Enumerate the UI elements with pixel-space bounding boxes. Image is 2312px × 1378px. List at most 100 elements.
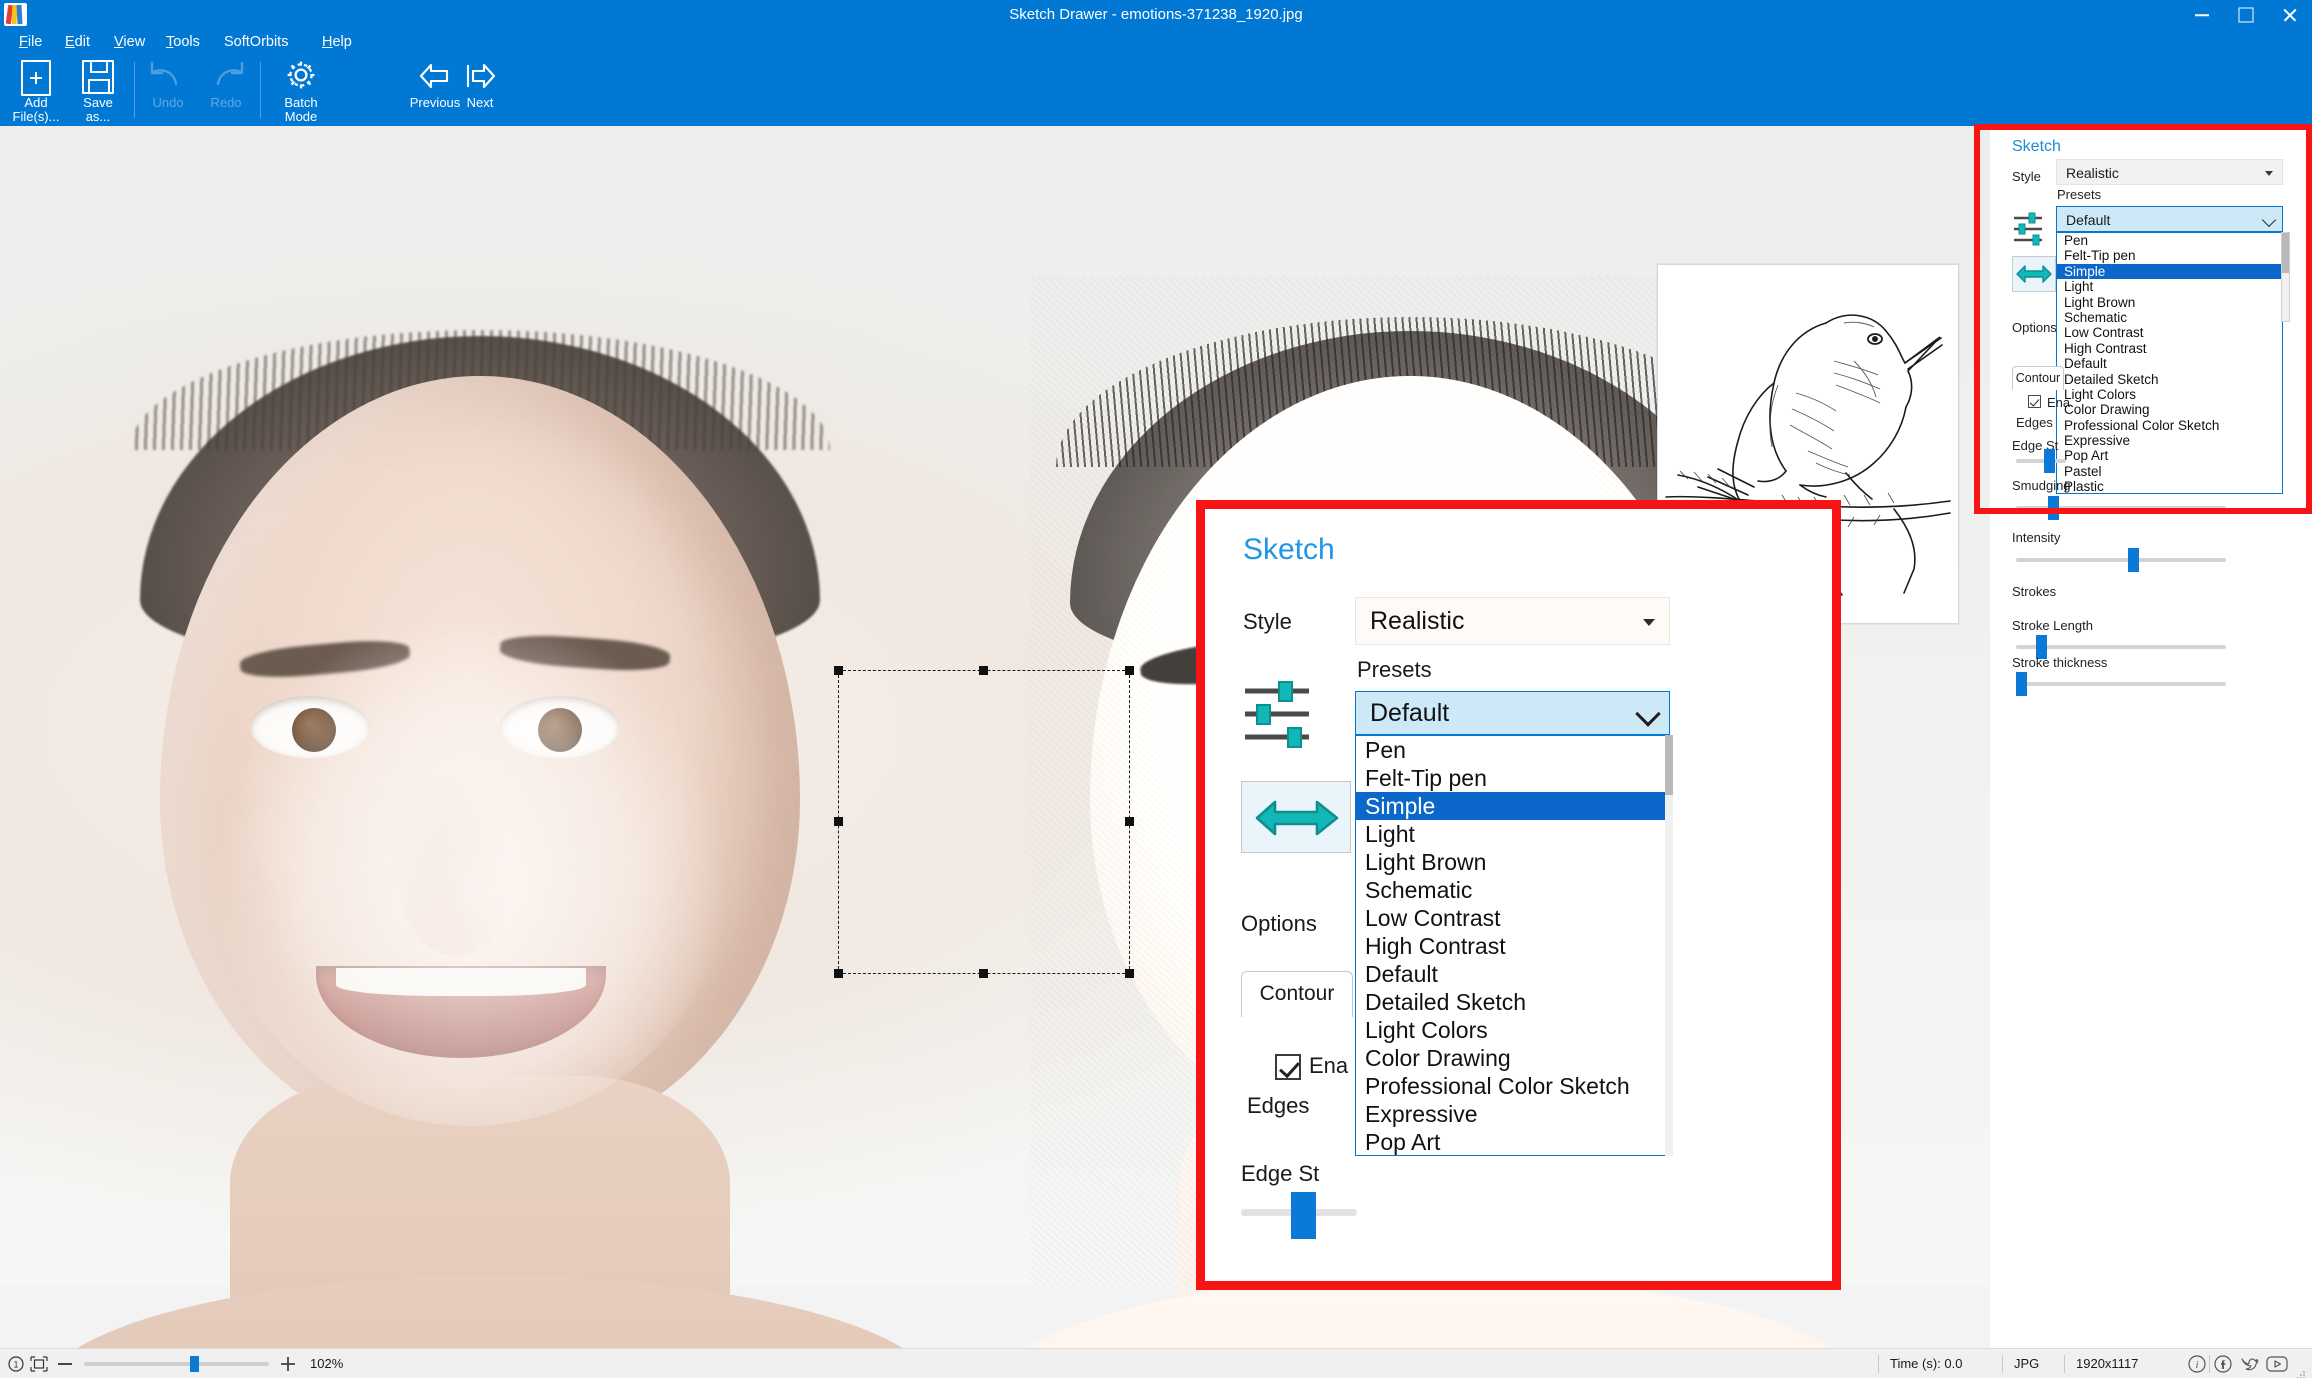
- handle-middle-left[interactable]: [834, 817, 843, 826]
- magnified-tab-contour[interactable]: Contour: [1241, 971, 1353, 1017]
- preset-option[interactable]: Color Drawing: [1356, 1044, 1669, 1072]
- presets-combobox[interactable]: Default: [2056, 206, 2283, 232]
- save-as-button[interactable]: Save as...: [68, 54, 128, 126]
- dropdown-scrollbar[interactable]: [2281, 232, 2290, 322]
- preset-option[interactable]: Professional Color Sketch: [2057, 418, 2282, 433]
- twitter-icon[interactable]: [2240, 1355, 2260, 1373]
- preset-option[interactable]: Schematic: [2057, 310, 2282, 325]
- preset-option[interactable]: Light: [1356, 820, 1669, 848]
- actual-size-icon[interactable]: 1: [8, 1356, 24, 1372]
- add-file-icon: [6, 54, 66, 96]
- maximize-button[interactable]: [2224, 0, 2268, 30]
- magnified-style-combobox[interactable]: Realistic: [1355, 597, 1670, 645]
- menu-softorbits[interactable]: SoftOrbits: [215, 30, 297, 54]
- file-format-label: JPG: [2014, 1356, 2040, 1371]
- edge-strength-slider-thumb[interactable]: [2044, 449, 2055, 473]
- intensity-slider-thumb[interactable]: [2128, 548, 2139, 572]
- handle-bottom-left[interactable]: [834, 969, 843, 978]
- preset-option[interactable]: Professional Color Sketch: [1356, 1072, 1669, 1100]
- preset-option[interactable]: Light: [2057, 279, 2282, 294]
- handle-top-right[interactable]: [1125, 666, 1134, 675]
- handle-middle-right[interactable]: [1125, 817, 1134, 826]
- zoom-slider-track[interactable]: [84, 1362, 269, 1366]
- menu-file[interactable]: File: [10, 30, 51, 54]
- preset-option[interactable]: Light Colors: [1356, 1016, 1669, 1044]
- preset-option[interactable]: Expressive: [1356, 1100, 1669, 1128]
- magnified-dropdown-scrollbar[interactable]: [1665, 735, 1673, 1156]
- preset-option[interactable]: High Contrast: [1356, 932, 1669, 960]
- handle-top-left[interactable]: [834, 666, 843, 675]
- magnified-edge-strength-slider-thumb[interactable]: [1291, 1192, 1316, 1239]
- smudging-slider-thumb[interactable]: [2048, 496, 2059, 520]
- title-bar: Sketch Drawer - emotions-371238_1920.jpg: [0, 0, 2312, 30]
- zoom-slider-thumb[interactable]: [190, 1356, 199, 1372]
- magnified-apply-button[interactable]: [1241, 781, 1351, 853]
- preset-option[interactable]: Light Brown: [1356, 848, 1669, 876]
- preset-option[interactable]: Light Colors: [2057, 387, 2282, 402]
- close-button[interactable]: [2268, 0, 2312, 30]
- preset-option[interactable]: Felt-Tip pen: [1356, 764, 1669, 792]
- style-combobox[interactable]: Realistic: [2056, 159, 2283, 185]
- preset-option[interactable]: Pen: [2057, 233, 2282, 248]
- preset-option[interactable]: Schematic: [1356, 876, 1669, 904]
- preset-option[interactable]: Felt-Tip pen: [2057, 248, 2282, 263]
- menu-view[interactable]: View: [105, 30, 154, 54]
- batch-mode-button[interactable]: Batch Mode: [268, 54, 334, 126]
- edge-strength-slider-track[interactable]: [2016, 459, 2066, 463]
- preset-option[interactable]: Color Drawing: [2057, 402, 2282, 417]
- preset-option[interactable]: Expressive: [2057, 433, 2282, 448]
- menu-edit[interactable]: Edit: [56, 30, 99, 54]
- preset-option[interactable]: Plastic: [2057, 479, 2282, 493]
- preset-option-selected[interactable]: Simple: [1356, 792, 1669, 820]
- magnified-enable-checkbox[interactable]: [1275, 1054, 1301, 1080]
- preset-option[interactable]: Pen: [1356, 736, 1669, 764]
- youtube-icon[interactable]: [2266, 1355, 2288, 1373]
- zoom-out-icon[interactable]: [58, 1363, 72, 1365]
- image-canvas[interactable]: [0, 126, 2312, 1348]
- preset-option[interactable]: Detailed Sketch: [2057, 372, 2282, 387]
- fit-to-window-icon[interactable]: [30, 1356, 48, 1372]
- selection-marquee[interactable]: [834, 666, 1134, 978]
- tab-contour[interactable]: Contour: [2012, 366, 2064, 390]
- preset-option[interactable]: Detailed Sketch: [1356, 988, 1669, 1016]
- apply-button[interactable]: [2012, 256, 2056, 292]
- preset-option[interactable]: Pop Art: [2057, 448, 2282, 463]
- preset-option[interactable]: Low Contrast: [1356, 904, 1669, 932]
- next-button[interactable]: Next: [452, 54, 508, 126]
- menu-help[interactable]: Help: [313, 30, 361, 54]
- undo-button[interactable]: Undo: [140, 54, 196, 126]
- magnified-enable-label: Ena: [1309, 1053, 1349, 1078]
- application-window: Sketch Drawer - emotions-371238_1920.jpg…: [0, 0, 2312, 1378]
- handle-bottom-right[interactable]: [1125, 969, 1134, 978]
- zoom-in-icon[interactable]: [280, 1356, 296, 1372]
- facebook-icon[interactable]: [2214, 1355, 2232, 1373]
- redo-icon: [198, 54, 254, 96]
- handle-top-center[interactable]: [979, 666, 988, 675]
- handle-bottom-center[interactable]: [979, 969, 988, 978]
- redo-button[interactable]: Redo: [198, 54, 254, 126]
- info-icon[interactable]: i: [2188, 1355, 2206, 1373]
- intensity-slider-track[interactable]: [2016, 558, 2226, 562]
- preset-option-selected[interactable]: Simple: [2057, 263, 2282, 280]
- stroke-thickness-slider-track[interactable]: [2016, 682, 2226, 686]
- preset-option[interactable]: Default: [2057, 356, 2282, 371]
- magnified-edge-strength-label: Edge St: [1241, 1161, 1320, 1186]
- stroke-thickness-slider-thumb[interactable]: [2016, 672, 2027, 696]
- status-bar: 1 102% Time (s): 0.0 JPG 1920x1117 i: [0, 1348, 2312, 1378]
- presets-dropdown-list[interactable]: Pen Felt-Tip pen Simple Light Light Brow…: [2056, 232, 2283, 494]
- preset-option[interactable]: High Contrast: [2057, 341, 2282, 356]
- preset-option[interactable]: Light Brown: [2057, 295, 2282, 310]
- preset-option[interactable]: Low Contrast: [2057, 325, 2282, 340]
- preset-option[interactable]: Pastel: [2057, 464, 2282, 479]
- magnified-presets-combobox[interactable]: Default: [1355, 691, 1670, 735]
- resize-grip-icon[interactable]: [2296, 1367, 2306, 1378]
- stroke-length-slider-track[interactable]: [2016, 645, 2226, 649]
- preset-option[interactable]: Pop Art: [1356, 1128, 1669, 1155]
- add-files-button[interactable]: Add File(s)...: [6, 54, 66, 126]
- minimize-button[interactable]: [2180, 0, 2224, 30]
- strokes-label: Strokes: [2012, 584, 2057, 599]
- enable-checkbox[interactable]: [2028, 395, 2041, 408]
- magnified-presets-dropdown-list[interactable]: Pen Felt-Tip pen Simple Light Light Brow…: [1355, 735, 1670, 1156]
- preset-option[interactable]: Default: [1356, 960, 1669, 988]
- menu-tools[interactable]: Tools: [157, 30, 209, 54]
